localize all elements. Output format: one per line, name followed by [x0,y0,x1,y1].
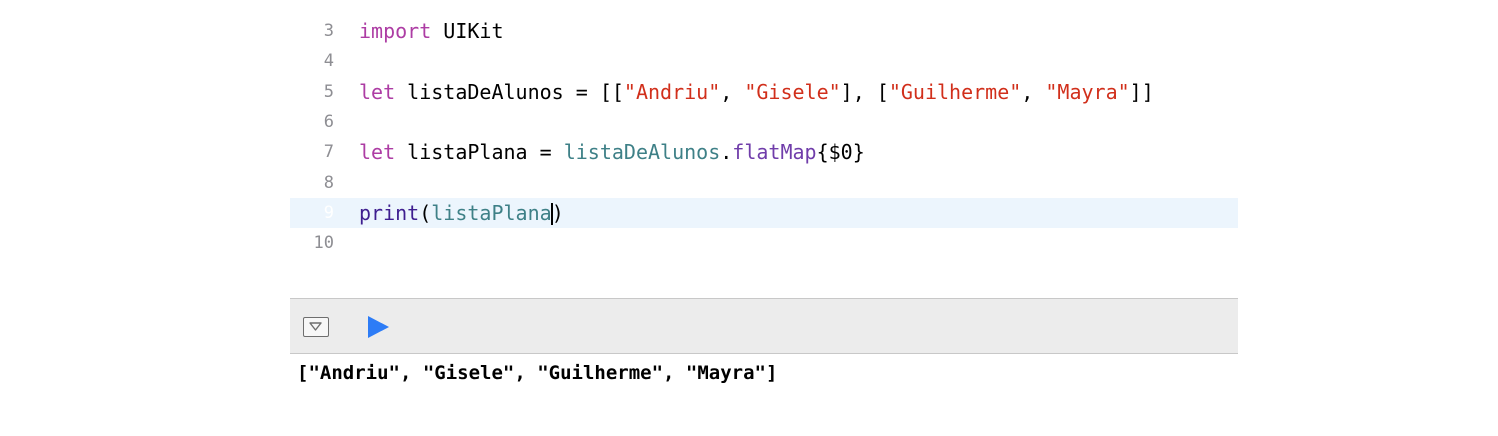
code-editor[interactable]: 3 import UIKit 4 5 let listaDeAlunos = [["An… [290,16,1238,298]
code-token: ]] [1129,79,1154,104]
code-line[interactable]: 9 print(listaPlana) [290,197,1238,228]
code-token: listaDeAlunos = [[ [395,79,624,104]
toggle-debug-area-button[interactable] [303,317,329,337]
code-token: listaPlana = [395,140,564,165]
code-token: "Guilherme" [888,79,1022,104]
code-token: , [1021,79,1046,104]
code-line[interactable]: 10 [290,228,1238,258]
line-number: 8 [323,172,334,193]
code-line[interactable]: 4 [290,46,1238,76]
code-token: "Gisele" [744,79,841,104]
play-icon [368,316,389,338]
console-output: ["Andriu", "Gisele", "Guilherme", "Mayra… [297,362,778,384]
code-token: "Andriu" [623,79,721,104]
code-line[interactable]: 3 import UIKit [290,16,1238,46]
code-token: "Mayra" [1045,79,1130,104]
code-token: ], [ [840,79,889,104]
line-number: 10 [313,233,334,254]
code-token: listaDeAlunos [563,140,721,165]
code-line[interactable]: 8 [290,168,1238,198]
code-token: {$0} [816,140,865,165]
debug-toolbar [290,298,1238,354]
line-number: 3 [323,21,334,41]
run-button[interactable] [366,315,390,339]
code-token: import [359,19,432,43]
code-text: print(listaPlana) [359,198,564,228]
code-text: import UIKit [359,16,504,46]
line-number: 9 [323,202,334,223]
triangle-down-icon [309,322,322,331]
code-text: let listaPlana = listaDeAlunos.flatMap{$… [359,137,865,167]
line-number: 6 [323,111,334,132]
line-number: 7 [323,142,334,163]
code-line[interactable]: 6 [290,107,1238,137]
code-line[interactable]: 7 let listaPlana = listaDeAlunos.flatMap{… [290,137,1238,167]
line-number: 5 [323,81,334,102]
code-text: let listaDeAlunos = [["Andriu", "Gisele"… [359,77,1154,107]
code-token: let [359,140,396,165]
code-token: ( [419,200,432,225]
code-token: . [720,140,733,165]
code-token: listaPlana [431,200,552,225]
code-token: , [720,79,745,104]
code-token: ) [551,200,564,225]
code-token: print [359,200,420,225]
code-token: let [359,79,396,104]
code-line[interactable]: 5 let listaDeAlunos = [["Andriu", "Gisele… [290,77,1238,107]
line-number: 4 [323,51,334,72]
code-token: flatMap [732,140,817,165]
code-token: UIKit [431,19,504,43]
